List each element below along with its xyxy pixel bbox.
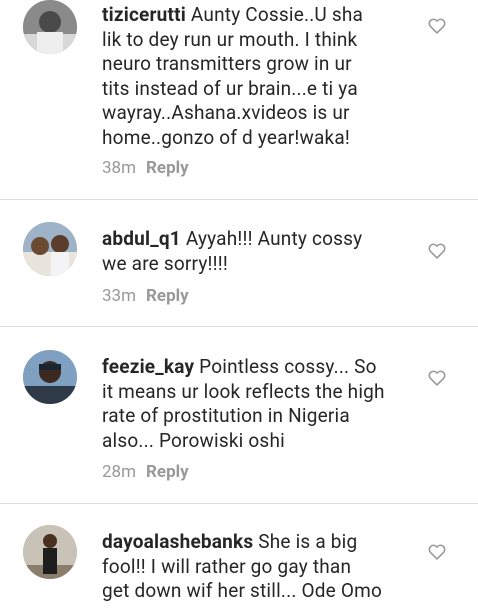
avatar[interactable] — [23, 525, 77, 579]
avatar-icon — [23, 525, 77, 579]
like-button[interactable] — [428, 544, 446, 560]
comment-body: feezie_kay Pointless cossy... So it mean… — [102, 355, 422, 453]
like-button[interactable] — [428, 243, 446, 259]
comment-username[interactable]: abdul_q1 — [102, 227, 181, 250]
comment-time: 33m — [102, 286, 137, 306]
avatar[interactable] — [23, 222, 77, 276]
comment-meta: 28m Reply — [102, 462, 189, 482]
avatar-icon — [23, 350, 77, 404]
comment-time: 38m — [102, 158, 137, 178]
comment-username[interactable]: dayoalashebanks — [102, 530, 253, 553]
avatar-icon — [23, 0, 77, 54]
like-button[interactable] — [428, 370, 446, 386]
avatar-icon — [23, 222, 77, 276]
heart-outline-icon — [428, 18, 446, 34]
comment-time: 28m — [102, 462, 137, 482]
comment-body: dayoalashebanks She is a big fool!! I wi… — [102, 530, 422, 604]
comment-meta: 33m Reply — [102, 286, 189, 306]
comment-item: dayoalashebanks She is a big fool!! I wi… — [0, 504, 478, 613]
comment-body: abdul_q1 Ayyah!!! Aunty cossy we are sor… — [102, 227, 422, 276]
reply-button[interactable]: Reply — [146, 286, 189, 306]
comment-item: feezie_kay Pointless cossy... So it mean… — [0, 327, 478, 504]
avatar[interactable] — [23, 0, 77, 54]
reply-button[interactable]: Reply — [146, 462, 189, 482]
avatar[interactable] — [23, 350, 77, 404]
reply-button[interactable]: Reply — [146, 158, 189, 178]
comment-username[interactable]: tizicerutti — [102, 3, 186, 26]
comment-meta: 38m Reply — [102, 158, 189, 178]
like-button[interactable] — [428, 18, 446, 34]
heart-outline-icon — [428, 370, 446, 386]
comment-item: tizicerutti Aunty Cossie..U sha lik to d… — [0, 0, 478, 200]
heart-outline-icon — [428, 243, 446, 259]
comment-username[interactable]: feezie_kay — [102, 355, 194, 378]
comment-item: abdul_q1 Ayyah!!! Aunty cossy we are sor… — [0, 200, 478, 327]
heart-outline-icon — [428, 544, 446, 560]
comment-body: tizicerutti Aunty Cossie..U sha lik to d… — [102, 3, 422, 151]
